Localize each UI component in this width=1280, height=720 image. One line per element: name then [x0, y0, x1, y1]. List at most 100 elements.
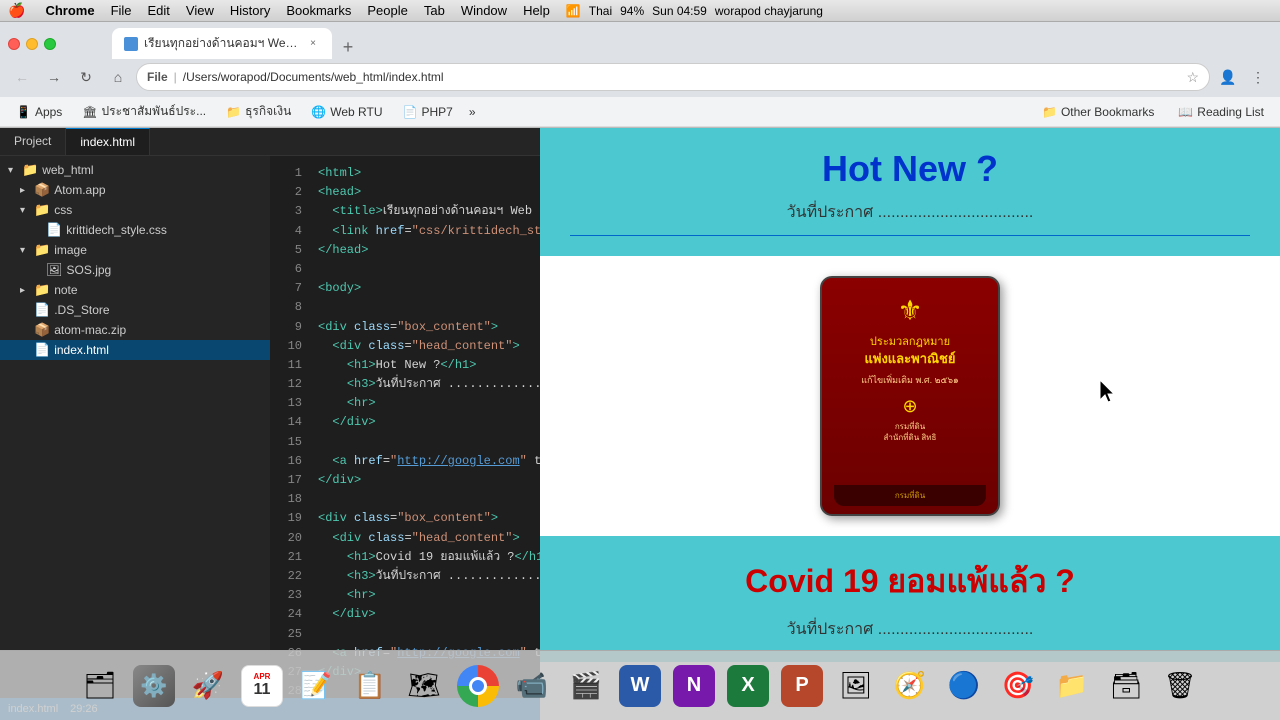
wifi-icon: 📶: [566, 4, 581, 18]
bookmark-business[interactable]: 📁 ธุรกิจเงิน: [218, 100, 299, 123]
dock-files[interactable]: 📁: [1048, 662, 1096, 710]
dock-onenote[interactable]: N: [670, 662, 718, 710]
tree-item-css[interactable]: ▾ 📁 css: [0, 200, 270, 220]
close-button[interactable]: [8, 38, 20, 50]
bookmarks-right: 📁 Other Bookmarks 📖 Reading List: [1034, 103, 1272, 121]
project-tab[interactable]: Project: [0, 128, 66, 155]
url-protocol: File: [147, 70, 168, 84]
bookmarks-more-button[interactable]: »: [469, 105, 476, 119]
bookmark-star-icon[interactable]: ☆: [1186, 69, 1199, 86]
minimize-button[interactable]: [26, 38, 38, 50]
dock-finder[interactable]: 🗂: [76, 662, 124, 710]
cursor-icon: [1100, 380, 1120, 404]
user-name: worapod chayjarung: [715, 4, 823, 18]
book-card[interactable]: ⚜ ประมวลกฎหมาย แพ่งและพาณิชย์ แก้ไขเพิ่ม…: [820, 276, 1000, 516]
dock-sysprefs[interactable]: ⚙️: [130, 662, 178, 710]
bookmark-business-label: ธุรกิจเงิน: [245, 102, 291, 121]
tree-item-css-file[interactable]: 📄 krittidech_style.css: [0, 220, 270, 240]
reload-button[interactable]: ↻: [72, 63, 100, 91]
tab-title: เรียนทุกอย่างด้านคอมฯ Web Des...: [144, 34, 300, 53]
url-separator: |: [174, 70, 177, 84]
thai-input: Thai: [589, 4, 612, 18]
dock-notes[interactable]: 📋: [346, 662, 394, 710]
code-area[interactable]: 12345 678910 1112131415 1617181920 21222…: [270, 156, 540, 698]
home-button[interactable]: ⌂: [104, 63, 132, 91]
dock-word[interactable]: W: [616, 662, 664, 710]
back-button[interactable]: ←: [8, 63, 36, 91]
menu-bookmarks[interactable]: Bookmarks: [286, 3, 351, 18]
bookmark-business-icon: 📁: [226, 105, 241, 119]
code-content[interactable]: <html> <head> <title>เรียนทุกอย่างด้านคอ…: [310, 156, 540, 698]
cursor-area: [1100, 380, 1120, 409]
url-bar[interactable]: File | /Users/worapod/Documents/web_html…: [136, 63, 1210, 91]
dock-frenzic[interactable]: 🎯: [994, 662, 1042, 710]
book-footer-text: กรมที่ดินสำนักที่ดิน สิทธิ: [884, 421, 937, 443]
bookmark-pr[interactable]: 🏛 ประชาสัมพันธ์ประ...: [74, 100, 214, 123]
bookmark-apps[interactable]: 📱 Apps: [8, 103, 70, 121]
tree-item-note[interactable]: ▸ 📁 note: [0, 280, 270, 300]
tab-bar: เรียนทุกอย่างด้านคอมฯ Web Des... × +: [104, 28, 368, 59]
bookmark-reading[interactable]: 📖 Reading List: [1170, 103, 1272, 121]
book-subtitle: แก้ไขเพิ่มเติม พ.ศ. ๒๕๖๑: [861, 375, 959, 387]
user-profile-button[interactable]: 👤: [1214, 63, 1242, 91]
book-circle-icon: ⊕: [902, 396, 917, 417]
bookmark-reading-icon: 📖: [1178, 105, 1193, 119]
dock-facetime[interactable]: 📹: [508, 662, 556, 710]
dock-safari[interactable]: 🧭: [886, 662, 934, 710]
menu-tab[interactable]: Tab: [424, 3, 445, 18]
menu-history[interactable]: History: [230, 3, 270, 18]
tab-close-button[interactable]: ×: [306, 37, 320, 51]
tree-item-web_html[interactable]: ▾ 📁 web_html: [0, 160, 270, 180]
forward-button[interactable]: →: [40, 63, 68, 91]
file-tab[interactable]: index.html: [66, 128, 150, 155]
dock-excel[interactable]: X: [724, 662, 772, 710]
new-tab-button[interactable]: +: [336, 35, 360, 59]
dock-launchpad[interactable]: 🚀: [184, 662, 232, 710]
web-section-hotnew: Hot New ? วันที่ประกาศ .................…: [540, 128, 1280, 256]
battery-icon: 94%: [620, 4, 644, 18]
menu-people[interactable]: People: [367, 3, 407, 18]
apple-icon[interactable]: 🍎: [8, 2, 25, 19]
dock-bluetooth[interactable]: 🔵: [940, 662, 988, 710]
bookmark-reading-label: Reading List: [1197, 105, 1264, 119]
menu-help[interactable]: Help: [523, 3, 550, 18]
dock-chrome[interactable]: [454, 662, 502, 710]
tree-item-atom[interactable]: ▸ 📦 Atom.app: [0, 180, 270, 200]
menu-window[interactable]: Window: [461, 3, 507, 18]
browser-panel[interactable]: Hot New ? วันที่ประกาศ .................…: [540, 128, 1280, 720]
editor-sidebar: ▾ 📁 web_html ▸ 📦 Atom.app ▾ 📁 css: [0, 156, 540, 698]
maximize-button[interactable]: [44, 38, 56, 50]
menu-view[interactable]: View: [186, 3, 214, 18]
main-area: Project index.html ▾ 📁 web_html ▸ 📦 Atom…: [0, 128, 1280, 720]
dock-powerpoint[interactable]: P: [778, 662, 826, 710]
chrome-header: เรียนทุกอย่างด้านคอมฯ Web Des... × + ← →…: [0, 22, 1280, 128]
dock-maps[interactable]: 🗺: [400, 662, 448, 710]
dock-obs[interactable]: 🎬: [562, 662, 610, 710]
dock-archive[interactable]: 🗃: [1102, 662, 1150, 710]
active-tab[interactable]: เรียนทุกอย่างด้านคอมฯ Web Des... ×: [112, 28, 332, 59]
dock-trash[interactable]: 🗑: [1156, 662, 1204, 710]
menu-edit[interactable]: Edit: [148, 3, 170, 18]
bookmarks-bar: 📱 Apps 🏛 ประชาสัมพันธ์ประ... 📁 ธุรกิจเงิ…: [0, 97, 1280, 127]
tree-item-ds[interactable]: 📄 .DS_Store: [0, 300, 270, 320]
hotnew-subtitle: วันที่ประกาศ ...........................…: [570, 200, 1250, 225]
tree-item-sos[interactable]: 🖼 SOS.jpg: [0, 260, 270, 280]
bookmark-other[interactable]: 📁 Other Bookmarks: [1034, 103, 1162, 121]
menu-file[interactable]: File: [111, 3, 132, 18]
bookmark-pr-label: ประชาสัมพันธ์ประ...: [102, 102, 207, 121]
bookmark-webrtu-label: Web RTU: [330, 105, 382, 119]
bookmark-webrtu[interactable]: 🌐 Web RTU: [303, 103, 390, 121]
dock-calendar[interactable]: APR 11: [238, 662, 286, 710]
menu-chrome[interactable]: Chrome: [45, 3, 94, 18]
bookmark-webrtu-icon: 🌐: [311, 105, 326, 119]
tree-item-index[interactable]: 📄 index.html: [0, 340, 270, 360]
dock-stickies[interactable]: 📝: [292, 662, 340, 710]
dock-preview[interactable]: 🖼: [832, 662, 880, 710]
chrome-menu-button[interactable]: ⋮: [1244, 63, 1272, 91]
bookmark-other-label: Other Bookmarks: [1061, 105, 1154, 119]
mac-right-icons: 📶 Thai 94% Sun 04:59 worapod chayjarung: [566, 4, 823, 18]
bookmark-apps-label: Apps: [35, 105, 62, 119]
bookmark-php7[interactable]: 📄 PHP7: [395, 103, 461, 121]
tree-item-image[interactable]: ▾ 📁 image: [0, 240, 270, 260]
tree-item-zip[interactable]: 📦 atom-mac.zip: [0, 320, 270, 340]
